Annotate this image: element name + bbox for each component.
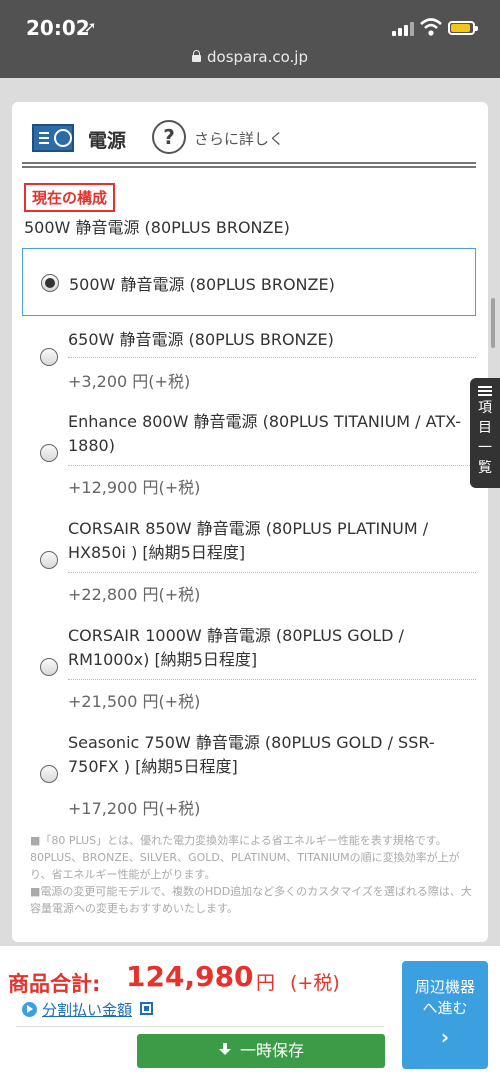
download-icon xyxy=(218,1043,232,1057)
side-tab-char: 覧 xyxy=(478,460,492,476)
save-button[interactable]: 一時保存 xyxy=(137,1034,385,1068)
total-unit: 円 xyxy=(256,972,276,994)
option-name: 650W 静音電源 (80PLUS BRONZE) xyxy=(68,330,334,349)
status-bar: 20:02 ➚ dospara.co.jp xyxy=(0,0,500,78)
option-name: 500W 静音電源 (80PLUS BRONZE) xyxy=(69,275,335,294)
next-button[interactable]: 周辺機器 へ進む › xyxy=(402,961,488,1069)
option-separator xyxy=(68,357,476,358)
wifi-icon xyxy=(420,18,442,36)
side-tab-char: 項 xyxy=(478,400,492,416)
option-name: Seasonic 750W 静音電源 (80PLUS GOLD / SSR-75… xyxy=(68,733,435,776)
checkout-footer: 商品合計: 124,980 円 (+税) 分割払い金額 一時保存 周辺機器 へ進… xyxy=(0,946,500,1080)
next-button-label: へ進む xyxy=(422,999,468,1017)
scrollbar[interactable] xyxy=(491,298,495,348)
cellular-signal-icon xyxy=(392,22,414,36)
power-supply-section: 電源 ? さらに詳しく 現在の構成 500W 静音電源 (80PLUS BRON… xyxy=(12,102,488,942)
option-item[interactable]: CORSAIR 850W 静音電源 (80PLUS PLATINUM / HX8… xyxy=(22,517,476,615)
current-config-value: 500W 静音電源 (80PLUS BRONZE) xyxy=(24,218,290,237)
more-details-link[interactable]: さらに詳しく xyxy=(194,128,284,149)
lock-icon xyxy=(192,50,201,62)
save-button-label: 一時保存 xyxy=(239,1041,304,1060)
next-button-label: 周辺機器 xyxy=(414,978,475,996)
option-name: CORSAIR 850W 静音電源 (80PLUS PLATINUM / HX8… xyxy=(68,519,429,562)
battery-icon xyxy=(448,21,478,35)
total-value: 124,980 xyxy=(126,960,254,993)
option-price: +12,900 円(+税) xyxy=(68,478,201,497)
radio-button[interactable] xyxy=(40,765,58,783)
note-text: ■電源の変更可能モデルで、複数のHDD追加など多くのカスタマイズを選ばれる際は、… xyxy=(30,885,472,915)
section-divider xyxy=(22,162,476,168)
option-price: +3,200 円(+税) xyxy=(68,372,191,391)
external-window-icon[interactable] xyxy=(140,1002,153,1015)
section-header: 電源 ? さらに詳しく xyxy=(32,120,472,156)
play-icon xyxy=(22,1002,37,1017)
total-label: 商品合計: xyxy=(8,972,101,996)
option-price: +22,800 円(+税) xyxy=(68,585,201,604)
option-price: +17,200 円(+税) xyxy=(68,799,201,818)
url-bar[interactable]: dospara.co.jp xyxy=(0,48,500,66)
notes: ■「80 PLUS」とは、優れた電力変換効率による省エネルギー性能を表す規格です… xyxy=(30,832,476,917)
option-separator xyxy=(68,679,476,680)
option-selected[interactable]: 500W 静音電源 (80PLUS BRONZE) xyxy=(22,248,476,316)
radio-button[interactable] xyxy=(40,551,58,569)
chevron-right-icon: › xyxy=(440,1025,450,1049)
option-item[interactable]: Seasonic 750W 静音電源 (80PLUS GOLD / SSR-75… xyxy=(22,731,476,829)
section-title: 電源 xyxy=(88,130,127,152)
item-list-tab[interactable]: 項 目 一 覧 xyxy=(470,378,500,488)
menu-icon xyxy=(478,386,492,388)
help-icon[interactable]: ? xyxy=(152,120,186,154)
option-price: +21,500 円(+税) xyxy=(68,692,201,711)
radio-button[interactable] xyxy=(40,444,58,462)
option-item[interactable]: CORSAIR 1000W 静音電源 (80PLUS GOLD / RM1000… xyxy=(22,624,476,722)
footer-divider xyxy=(16,1026,384,1027)
installment-link[interactable]: 分割払い金額 xyxy=(42,999,132,1020)
option-separator xyxy=(68,465,476,466)
location-arrow-icon: ➚ xyxy=(84,18,97,36)
radio-button[interactable] xyxy=(40,658,58,676)
total-tax: (+税) xyxy=(290,972,340,994)
note-text: ■「80 PLUS」とは、優れた電力変換効率による省エネルギー性能を表す規格です… xyxy=(30,834,460,881)
option-name: Enhance 800W 静音電源 (80PLUS TITANIUM / ATX… xyxy=(68,412,462,455)
side-tab-char: 目 xyxy=(478,420,492,436)
current-config-badge: 現在の構成 xyxy=(24,183,116,212)
radio-button[interactable] xyxy=(40,348,58,366)
power-supply-icon xyxy=(32,124,74,152)
option-name: CORSAIR 1000W 静音電源 (80PLUS GOLD / RM1000… xyxy=(68,626,404,669)
status-time: 20:02 xyxy=(26,16,90,40)
url-text: dospara.co.jp xyxy=(207,48,308,66)
option-item[interactable]: Enhance 800W 静音電源 (80PLUS TITANIUM / ATX… xyxy=(22,410,476,508)
radio-selected[interactable] xyxy=(41,274,59,292)
option-item[interactable]: 650W 静音電源 (80PLUS BRONZE) +3,200 円(+税) xyxy=(22,326,476,396)
side-tab-char: 一 xyxy=(478,440,492,456)
option-separator xyxy=(68,572,476,573)
